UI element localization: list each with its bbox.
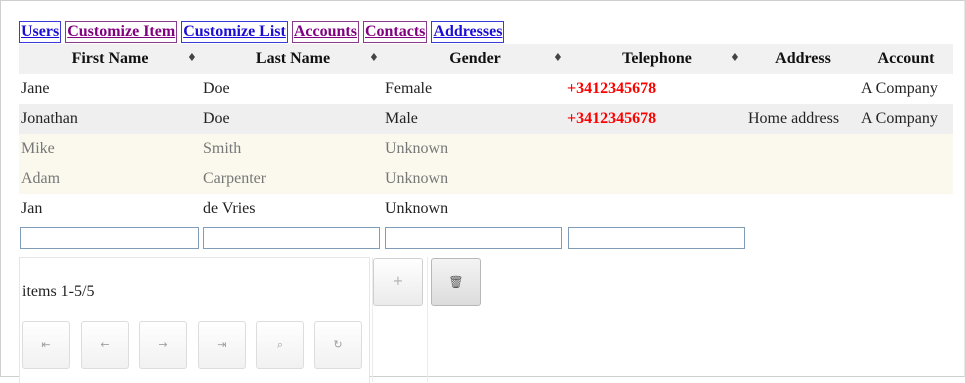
- tab-contacts[interactable]: Contacts: [362, 21, 428, 43]
- delete-icon[interactable]: 🗑: [431, 258, 481, 306]
- prev-page-icon[interactable]: ←: [81, 321, 129, 369]
- column-header-telephone[interactable]: Telephone: [567, 44, 747, 74]
- tab-accounts[interactable]: Accounts: [291, 21, 359, 43]
- pager: items 1-5/5 ⇤ ← → ⇥ ⌕ ↻: [19, 257, 370, 383]
- cell-telephone: +3412345678: [567, 110, 657, 127]
- cell-first-name: Adam: [21, 170, 61, 187]
- cell-account: [859, 164, 957, 194]
- table-row[interactable]: Jane Doe Female +3412345678 A Company: [19, 74, 953, 104]
- filter-row: [19, 224, 953, 256]
- column-header-account: Account: [877, 50, 935, 67]
- first-page-icon[interactable]: ⇤: [22, 321, 70, 369]
- cell-telephone: [565, 164, 747, 194]
- table-row[interactable]: Adam Carpenter Unknown: [19, 164, 953, 194]
- cell-address: Home address: [748, 110, 840, 127]
- cell-account: [859, 194, 957, 224]
- sort-icon[interactable]: ♦: [187, 44, 197, 74]
- cell-gender: Unknown: [385, 200, 449, 217]
- cell-telephone: [565, 134, 747, 164]
- sort-icon[interactable]: ♦: [730, 44, 740, 74]
- cell-gender: Female: [385, 80, 433, 97]
- search-icon[interactable]: ⌕: [256, 321, 304, 369]
- cell-address: [746, 164, 860, 194]
- cell-last-name: Smith: [203, 140, 242, 157]
- cell-address: [746, 194, 860, 224]
- pager-info: items 1-5/5: [22, 283, 95, 300]
- filter-telephone-input[interactable]: [568, 227, 745, 249]
- sort-icon[interactable]: ♦: [369, 44, 379, 74]
- sort-icon[interactable]: ♦: [553, 44, 563, 74]
- filter-last-name-input[interactable]: [203, 227, 380, 249]
- cell-first-name: Mike: [21, 140, 55, 157]
- table-row[interactable]: Jonathan Doe Male +3412345678 Home addre…: [19, 104, 953, 134]
- next-page-icon[interactable]: →: [139, 321, 187, 369]
- cell-first-name: Jan: [21, 200, 43, 217]
- column-header-first-name[interactable]: First Name: [19, 44, 201, 74]
- tab-users[interactable]: Users: [19, 21, 62, 43]
- cell-gender: Unknown: [385, 140, 449, 157]
- tab-addresses[interactable]: Addresses: [431, 21, 505, 43]
- cell-last-name: Doe: [203, 80, 230, 97]
- refresh-icon[interactable]: ↻: [314, 321, 362, 369]
- cell-account: A Company: [861, 110, 938, 127]
- column-header-address: Address: [775, 50, 831, 67]
- cell-gender: Male: [385, 110, 418, 127]
- cell-last-name: de Vries: [203, 200, 256, 217]
- cell-telephone: [565, 194, 747, 224]
- filter-gender-input[interactable]: [385, 227, 562, 249]
- cell-account: [859, 134, 957, 164]
- filter-first-name-input[interactable]: [20, 227, 199, 249]
- table-header: First Name ♦ Last Name ♦ Gender ♦ Teleph…: [19, 44, 953, 74]
- last-page-icon[interactable]: ⇥: [198, 321, 246, 369]
- column-header-gender[interactable]: Gender: [385, 44, 565, 74]
- table-row[interactable]: Mike Smith Unknown: [19, 134, 953, 164]
- table-row[interactable]: Jan de Vries Unknown: [19, 194, 953, 224]
- cell-address: [746, 74, 860, 104]
- add-button[interactable]: +: [373, 258, 423, 306]
- column-header-last-name[interactable]: Last Name: [203, 44, 383, 74]
- cell-last-name: Carpenter: [203, 170, 267, 187]
- cell-gender: Unknown: [385, 170, 449, 187]
- tab-customize-list[interactable]: Customize List: [181, 21, 288, 43]
- cell-first-name: Jonathan: [21, 110, 78, 127]
- cell-first-name: Jane: [21, 80, 50, 97]
- tab-bar: Users Customize Item Customize List Acco…: [19, 21, 505, 43]
- cell-address: [746, 134, 860, 164]
- tab-customize-item[interactable]: Customize Item: [65, 21, 178, 43]
- cell-account: A Company: [861, 80, 938, 97]
- cell-last-name: Doe: [203, 110, 230, 127]
- data-grid: First Name ♦ Last Name ♦ Gender ♦ Teleph…: [19, 44, 953, 256]
- cell-telephone: +3412345678: [567, 80, 657, 97]
